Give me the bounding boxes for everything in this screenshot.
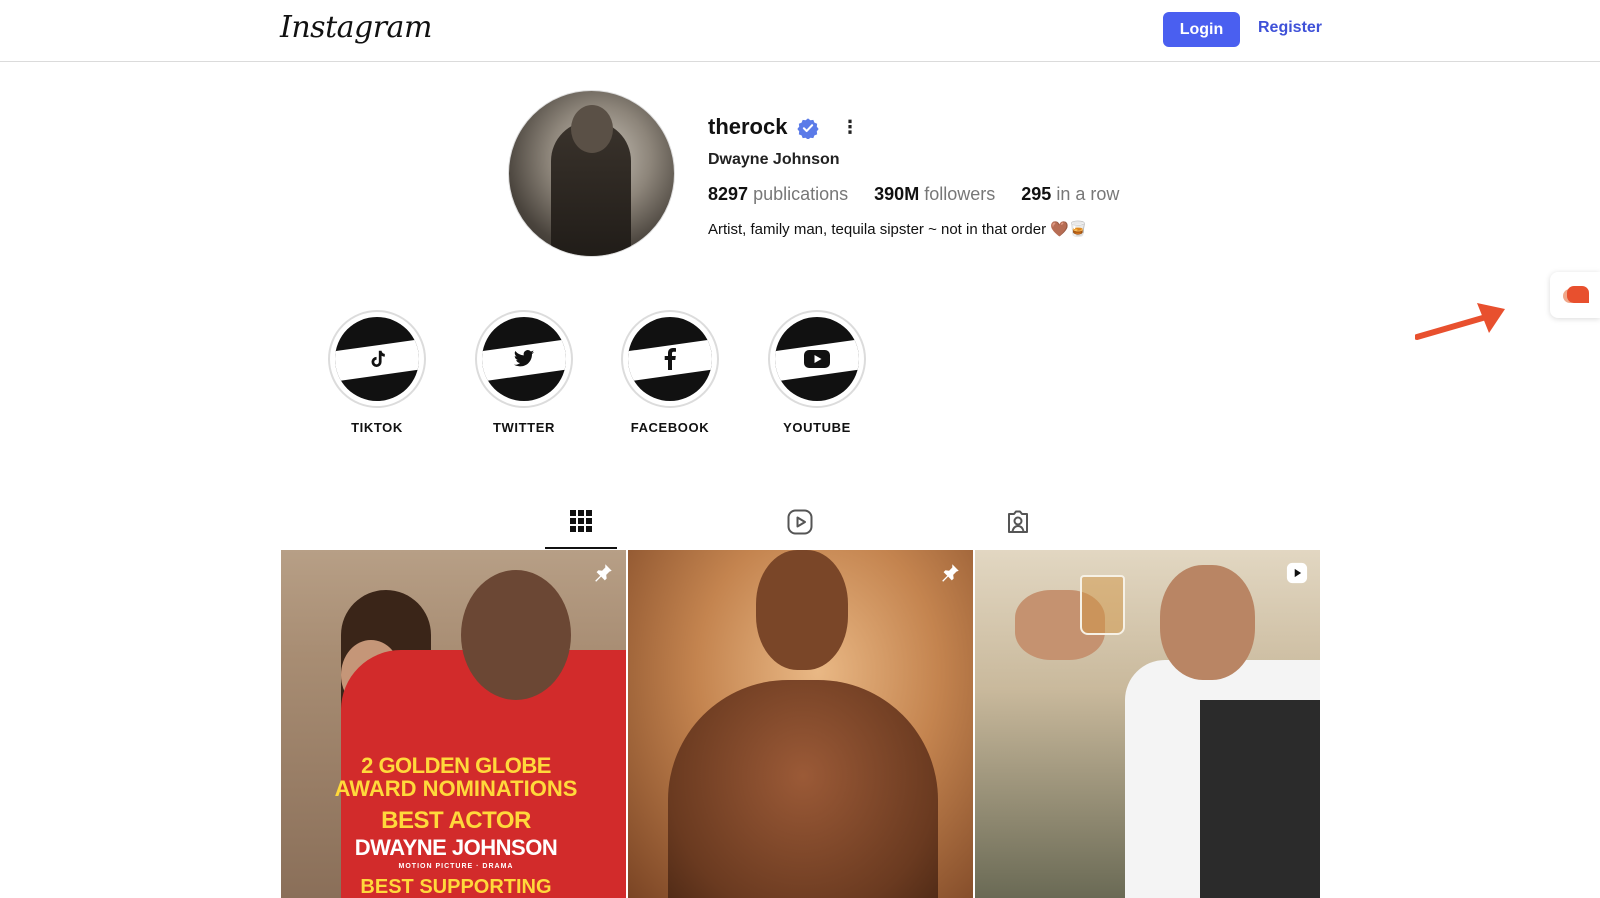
highlight-youtube[interactable]: YOUTUBE [767,310,867,435]
instagram-logo[interactable]: Instagram [280,10,432,45]
highlight-label: TWITTER [493,420,555,435]
followers-count[interactable]: 390M [874,184,919,204]
facebook-icon [628,317,712,401]
tiktok-icon [335,317,419,401]
reels-icon [787,509,813,535]
tagged-icon [1008,510,1028,533]
in-a-row-count: 295 [1021,184,1052,204]
top-bar: Instagram Login Register [0,0,1600,62]
highlight-label: YOUTUBE [783,420,851,435]
profile-username: therock [708,114,788,139]
profile-stats: 8297 publications 390M followers 295 in … [708,184,1119,205]
post-thumbnail[interactable] [975,550,1320,898]
post-thumbnail[interactable] [628,550,973,898]
in-a-row-label: in a row [1056,184,1120,204]
twitter-icon [482,317,566,401]
tab-reels[interactable] [764,495,836,549]
highlight-twitter[interactable]: TWITTER [474,310,574,435]
highlight-label: FACEBOOK [630,420,710,435]
publications-label: publications [753,184,849,204]
chat-bubble-icon [1563,286,1589,303]
profile-full-name: Dwayne Johnson [708,151,840,168]
chat-widget-button[interactable] [1550,272,1600,318]
highlight-facebook[interactable]: FACEBOOK [620,310,720,435]
followers-label[interactable]: followers [924,184,995,204]
pin-icon [942,564,959,582]
profile-avatar[interactable] [508,90,675,257]
pin-icon [595,564,612,582]
tab-tagged[interactable] [982,495,1054,549]
profile-tabs [0,495,1600,551]
youtube-icon [775,317,859,401]
reel-play-icon [1286,562,1308,584]
annotation-arrow-icon [1415,303,1505,340]
posts-grid: 2 GOLDEN GLOBE AWARD NOMINATIONS BEST AC… [281,550,1321,898]
more-options-icon[interactable]: ⋮ [840,116,860,138]
tab-posts[interactable] [545,495,617,549]
publications-count: 8297 [708,184,749,204]
verified-badge-icon [797,118,819,139]
login-button[interactable]: Login [1163,12,1240,47]
highlight-tiktok[interactable]: TIKTOK [327,310,427,435]
highlight-label: TIKTOK [351,420,403,435]
register-link[interactable]: Register [1258,19,1322,37]
post-overlay-text: 2 GOLDEN GLOBE AWARD NOMINATIONS BEST AC… [334,753,578,898]
grid-icon [570,510,592,532]
post-thumbnail[interactable]: 2 GOLDEN GLOBE AWARD NOMINATIONS BEST AC… [281,550,626,898]
profile-bio: Artist, family man, tequila sipster ~ no… [708,221,1088,238]
